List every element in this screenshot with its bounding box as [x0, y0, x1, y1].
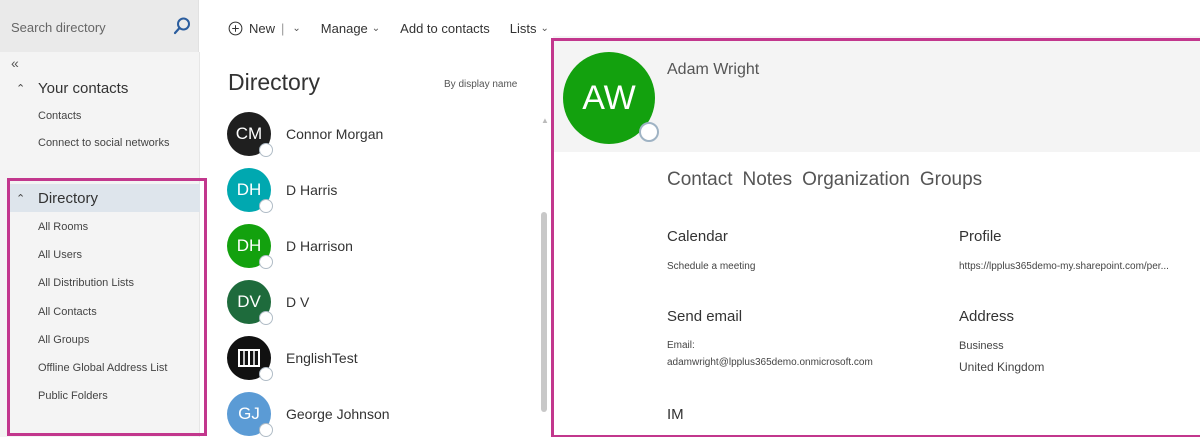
contact-name: D Harrison: [286, 238, 353, 254]
avatar-initials: AW: [582, 78, 636, 117]
manage-label: Manage: [320, 20, 368, 36]
scrollbar[interactable]: [541, 212, 547, 412]
avatar: DV: [227, 280, 273, 325]
address-country: United Kingdom: [959, 360, 1045, 374]
avatar: [227, 336, 273, 381]
chevron-down-icon: ⌄: [371, 22, 381, 34]
email-label: Email:: [667, 340, 695, 351]
chevron-down-icon[interactable]: ⌄: [292, 23, 300, 34]
chevron-down-icon: ⌄: [540, 22, 549, 34]
avatar: CM: [227, 112, 273, 157]
nav-item-public-folders[interactable]: Public Folders: [38, 390, 108, 402]
nav-item-contacts[interactable]: Contacts: [38, 110, 81, 122]
new-button[interactable]: New | ⌄: [228, 21, 301, 36]
presence-icon: [639, 122, 659, 142]
nav-directory[interactable]: ⌃ Directory: [10, 184, 200, 212]
nav-your-contacts[interactable]: ⌃ Your contacts: [0, 74, 200, 102]
tab-groups[interactable]: Groups: [920, 169, 982, 191]
nav-item-all-groups[interactable]: All Groups: [38, 334, 89, 346]
contact-name: EnglishTest: [286, 350, 358, 366]
contact-avatar: AW: [563, 52, 659, 144]
detail-tabs: Contact Notes Organization Groups: [667, 169, 992, 191]
avatar-initials: DH: [236, 236, 262, 255]
nav-item-all-users[interactable]: All Users: [38, 249, 82, 261]
add-to-contacts-button[interactable]: Add to contacts: [400, 21, 490, 36]
avatar-initials: GJ: [238, 404, 260, 423]
contact-detail-pane: AW Adam Wright Contact Notes Organizatio…: [553, 36, 1200, 437]
profile-link[interactable]: https://lpplus365demo-my.sharepoint.com/…: [959, 261, 1169, 272]
avatar-initials: DH: [236, 180, 262, 199]
search-icon[interactable]: [172, 16, 192, 36]
email-link[interactable]: adamwright@lpplus365demo.onmicrosoft.com: [667, 357, 873, 368]
nav-item-offline-gal[interactable]: Offline Global Address List: [38, 362, 167, 374]
contact-row[interactable]: DH D Harris: [227, 165, 537, 215]
chevron-up-icon: ⌃: [16, 82, 26, 95]
separator: |: [281, 20, 285, 36]
contact-name: Connor Morgan: [286, 126, 384, 142]
contact-name: George Johnson: [286, 406, 390, 422]
contact-row[interactable]: DV D V: [227, 277, 537, 327]
nav-item-connect-social[interactable]: Connect to social networks: [38, 137, 169, 149]
book-icon: [238, 349, 260, 367]
manage-button[interactable]: Manage ⌄: [321, 21, 380, 36]
plus-circle-icon: [228, 21, 243, 35]
tab-notes[interactable]: Notes: [742, 169, 792, 191]
im-heading: IM: [667, 406, 684, 423]
contact-name: D Harris: [286, 182, 338, 198]
sort-dropdown[interactable]: By display name: [444, 79, 517, 90]
contact-name-heading: Adam Wright: [667, 61, 760, 78]
search-box: [0, 0, 199, 52]
contact-row[interactable]: EnglishTest: [227, 333, 537, 383]
presence-icon: [259, 143, 273, 157]
detail-header: AW Adam Wright: [553, 36, 1200, 152]
contact-row[interactable]: DH D Harrison: [227, 221, 537, 271]
contact-row[interactable]: GJ George Johnson: [227, 389, 537, 437]
address-heading: Address: [959, 308, 1015, 325]
list-title: Directory: [228, 69, 321, 95]
contact-row[interactable]: CM Connor Morgan: [227, 109, 537, 159]
scroll-up-icon[interactable]: ▲: [541, 116, 549, 125]
nav-item-all-rooms[interactable]: All Rooms: [38, 221, 88, 233]
address-type: Business: [959, 340, 1004, 352]
left-nav: « ⌃ Your contacts Contacts Connect to so…: [0, 52, 200, 437]
send-email-heading: Send email: [667, 308, 743, 325]
lists-button[interactable]: Lists ⌄: [510, 21, 549, 36]
chevron-up-icon: ⌃: [16, 192, 26, 205]
presence-icon: [259, 311, 273, 325]
presence-icon: [259, 367, 273, 381]
tab-organization[interactable]: Organization: [802, 169, 910, 191]
presence-icon: [259, 423, 273, 437]
new-label: New: [249, 20, 276, 36]
toolbar: New | ⌄ Manage ⌄ Add to contacts Lists ⌄: [228, 18, 569, 38]
nav-item-all-distribution-lists[interactable]: All Distribution Lists: [38, 277, 134, 289]
schedule-meeting-link[interactable]: Schedule a meeting: [667, 261, 755, 272]
nav-your-contacts-label: Your contacts: [38, 79, 129, 97]
calendar-heading: Calendar: [667, 228, 728, 245]
avatar: DH: [227, 224, 273, 269]
nav-directory-label: Directory: [38, 189, 99, 207]
nav-item-all-contacts[interactable]: All Contacts: [38, 306, 97, 318]
collapse-icon[interactable]: «: [11, 55, 19, 71]
lists-label: Lists: [509, 20, 537, 36]
avatar: DH: [227, 168, 273, 213]
tab-contact[interactable]: Contact: [667, 169, 732, 191]
add-to-contacts-label: Add to contacts: [400, 20, 490, 36]
profile-heading: Profile: [959, 228, 1002, 245]
avatar: GJ: [227, 392, 273, 437]
contact-name: D V: [286, 294, 310, 310]
avatar-initials: CM: [235, 124, 263, 143]
contact-list-pane: Directory By display name CM Connor Morg…: [201, 52, 553, 437]
search-input[interactable]: [11, 17, 161, 37]
presence-icon: [259, 255, 273, 269]
presence-icon: [259, 199, 273, 213]
avatar-initials: DV: [237, 292, 261, 311]
